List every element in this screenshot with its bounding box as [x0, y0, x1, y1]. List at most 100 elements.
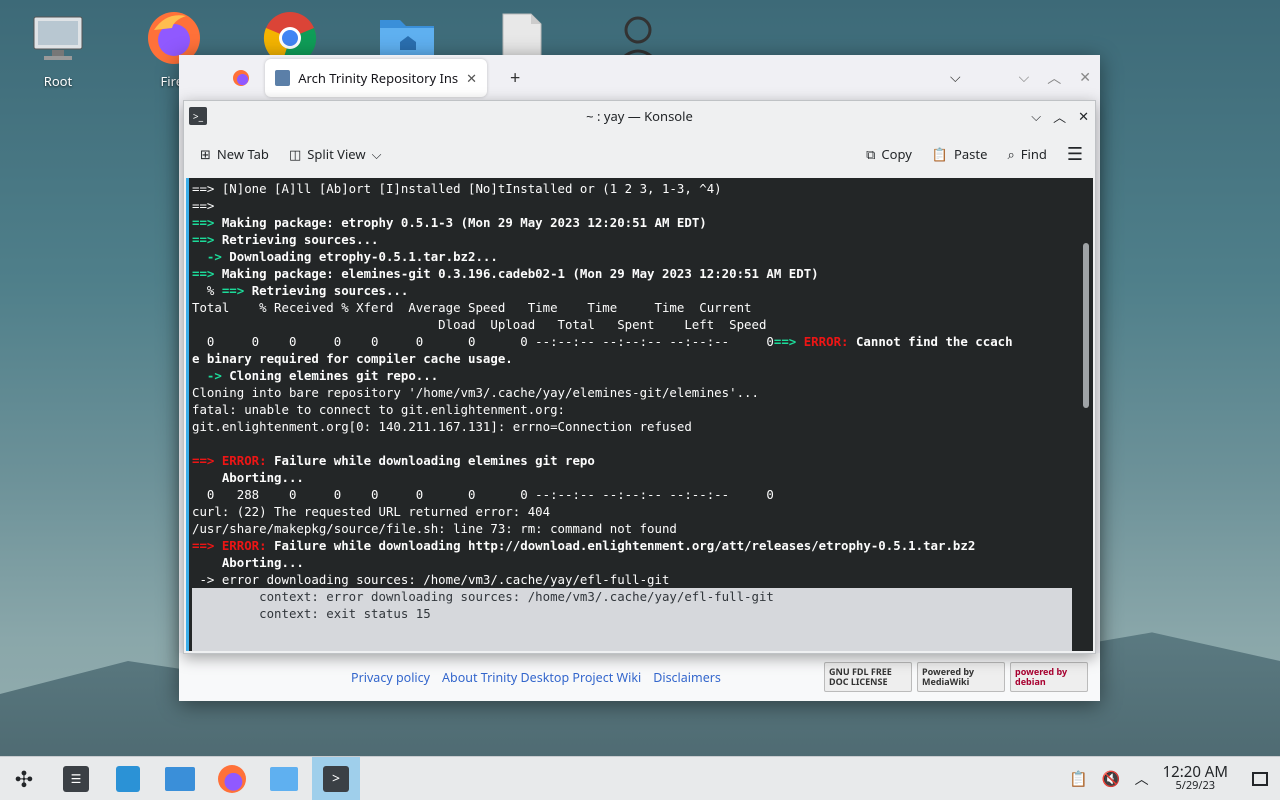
terminal-line: ==> Making package: etrophy 0.5.1-3 (Mon…	[192, 214, 1093, 231]
terminal-line: Aborting...	[192, 554, 1093, 571]
split-view-button[interactable]: ◫ Split View ⌵	[289, 145, 382, 163]
terminal-text-segment: 0 0 0 0 0 0 0 0 --:--:-- --:--:-- --:--:…	[192, 334, 774, 349]
tab-list-chevron-icon[interactable]: ⌵	[941, 68, 970, 87]
chevron-up-icon[interactable]: ︿	[1135, 769, 1149, 789]
terminal-line: ==> ERROR: Failure while downloading htt…	[192, 537, 1093, 554]
clock-time: 12:20 AM	[1162, 761, 1228, 782]
terminal-text-segment: fatal: unable to connect to git.enlighte…	[192, 402, 565, 417]
terminal-text-segment: /usr/share/makepkg/source/file.sh: line …	[192, 521, 677, 536]
terminal-line: ==> [N]one [A]ll [Ab]ort [I]nstalled [No…	[192, 180, 1093, 197]
terminal-text-segment: context: error downloading sources: /hom…	[192, 589, 774, 604]
task-konsole[interactable]: >	[312, 756, 360, 800]
terminal-line: % ==> Retrieving sources...	[192, 282, 1093, 299]
terminal-text-segment: ->	[192, 368, 222, 383]
terminal-line: -> Downloading etrophy-0.5.1.tar.bz2...	[192, 248, 1093, 265]
task-firefox[interactable]	[208, 757, 256, 800]
terminal-text-segment: Aborting...	[192, 555, 304, 570]
find-label: Find	[1020, 144, 1047, 163]
terminal-text-segment: ==>	[192, 266, 215, 281]
terminal-text-segment: Failure while downloading http://downloa…	[266, 538, 976, 553]
terminal-text-segment: ==> [N]one [A]ll [Ab]ort [I]nstalled [No…	[192, 181, 722, 196]
search-icon: ⌕	[1007, 144, 1015, 163]
terminal-text-segment: Aborting...	[192, 470, 304, 485]
terminal-line: /usr/share/makepkg/source/file.sh: line …	[192, 520, 1093, 537]
terminal-line: ==> ERROR: Failure while downloading ele…	[192, 452, 1093, 469]
close-icon[interactable]: ✕	[1078, 107, 1089, 126]
tab-title: Arch Trinity Repository Ins	[298, 68, 459, 87]
task-file-manager[interactable]	[260, 757, 308, 800]
task-discover[interactable]	[104, 757, 152, 800]
terminal-text-segment: ==> ERROR:	[192, 538, 267, 553]
terminal-selection-area	[192, 622, 1072, 639]
gfdl-badge[interactable]: GNU FDL FREE DOC LICENSE	[824, 662, 912, 692]
terminal-text-segment: e binary required for compiler cache usa…	[192, 351, 513, 366]
new-tab-button[interactable]: ⊞ New Tab	[200, 145, 269, 163]
terminal-text-segment: Downloading etrophy-0.5.1.tar.bz2...	[221, 249, 498, 264]
page-favicon-icon	[275, 69, 291, 86]
terminal-text-segment: ==>	[192, 232, 215, 247]
footer-link-about[interactable]: About Trinity Desktop Project Wiki	[442, 669, 641, 686]
footer-link-disclaimers[interactable]: Disclaimers	[653, 669, 721, 686]
terminal-line: -> Cloning elemines git repo...	[192, 367, 1093, 384]
find-button[interactable]: ⌕ Find	[1007, 145, 1046, 163]
terminal-line: fatal: unable to connect to git.enlighte…	[192, 401, 1093, 418]
terminal-text-segment: git.enlightenment.org[0: 140.211.167.131…	[192, 419, 692, 434]
terminal-text-segment: Making package: elemines-git 0.3.196.cad…	[214, 266, 819, 281]
terminal-text-segment: curl: (22) The requested URL returned er…	[192, 504, 551, 519]
terminal-text-segment: Cannot find the ccach	[848, 334, 1013, 349]
terminal-text-segment: 0 288 0 0 0 0 0 0 --:--:-- --:--:-- --:-…	[192, 487, 774, 502]
digital-clock[interactable]: 12:20 AM 5/29/23	[1162, 761, 1228, 793]
terminal-output[interactable]: ==> [N]one [A]ll [Ab]ort [I]nstalled [No…	[186, 178, 1093, 651]
new-tab-button[interactable]: +	[501, 66, 529, 90]
terminal-text-segment: Total % Received % Xferd Average Speed T…	[192, 300, 752, 315]
task-dolphin[interactable]	[156, 757, 204, 800]
terminal-selection-area	[192, 639, 1072, 651]
terminal-text-segment: ==>	[773, 334, 797, 349]
debian-badge[interactable]: powered by debian	[1010, 662, 1088, 692]
mediawiki-badge[interactable]: Powered by MediaWiki	[917, 662, 1005, 692]
tab-arch-trinity[interactable]: Arch Trinity Repository Ins ✕	[265, 58, 487, 97]
footer-link-privacy[interactable]: Privacy policy	[351, 669, 430, 686]
tab-firefox-home[interactable]	[179, 59, 259, 97]
paste-label: Paste	[954, 144, 988, 163]
close-icon[interactable]: ✕	[1070, 68, 1100, 87]
copy-button[interactable]: ⧉ Copy	[866, 145, 912, 163]
hamburger-menu-button[interactable]: ☰	[1067, 142, 1083, 166]
minimize-icon[interactable]: ⌵	[1031, 107, 1041, 126]
paste-button[interactable]: 📋 Paste	[932, 145, 988, 163]
terminal-text-segment: ->	[192, 249, 222, 264]
terminal-text-segment: context: exit status 15	[192, 606, 431, 621]
window-title: ~ : yay — Konsole	[586, 107, 693, 125]
task-system-settings[interactable]: ☰	[52, 757, 100, 800]
volume-muted-icon[interactable]: 🔇	[1102, 769, 1121, 789]
terminal-scrollbar[interactable]	[1083, 243, 1089, 408]
settings-icon: ☰	[63, 765, 89, 792]
minimize-icon[interactable]: ⌵	[1010, 68, 1039, 87]
store-bag-icon	[116, 765, 140, 792]
chevron-down-icon[interactable]: ⌵	[372, 145, 382, 163]
desktop-icon-root[interactable]: Root	[18, 8, 98, 90]
folder-icon	[270, 766, 298, 791]
clipboard-icon[interactable]: 📋	[1069, 769, 1088, 789]
terminal-line: ==> Making package: elemines-git 0.3.196…	[192, 265, 1093, 282]
maximize-icon[interactable]: ︿	[1053, 107, 1066, 126]
split-view-label: Split View	[307, 144, 366, 163]
maximize-icon[interactable]: ︿	[1038, 68, 1070, 88]
app-launcher-button[interactable]: ✣	[0, 757, 48, 800]
taskbar: ✣ ☰ > 📋 🔇 ︿ 12:20 AM 5/29/23	[0, 756, 1280, 800]
terminal-line: git.enlightenment.org[0: 140.211.167.131…	[192, 418, 1093, 435]
desktop-icon-label: Root	[43, 72, 73, 90]
terminal-icon[interactable]: >_	[189, 107, 207, 125]
terminal-text-segment: Dload Upload Total Spent Left Speed	[192, 317, 767, 332]
konsole-toolbar: ⊞ New Tab ◫ Split View ⌵ ⧉ Copy 📋 Paste …	[184, 131, 1095, 176]
hamburger-menu-icon: ☰	[1066, 141, 1083, 166]
terminal-text-segment: ==>	[192, 215, 215, 230]
show-desktop-icon[interactable]	[1252, 771, 1268, 786]
split-view-icon: ◫	[288, 144, 302, 163]
folder-icon	[165, 766, 195, 791]
terminal-text-segment: Retrieving sources...	[214, 232, 379, 247]
close-tab-icon[interactable]: ✕	[466, 69, 477, 87]
terminal-text-segment: Retrieving sources...	[244, 283, 409, 298]
app-launcher-icon: ✣	[14, 763, 34, 794]
